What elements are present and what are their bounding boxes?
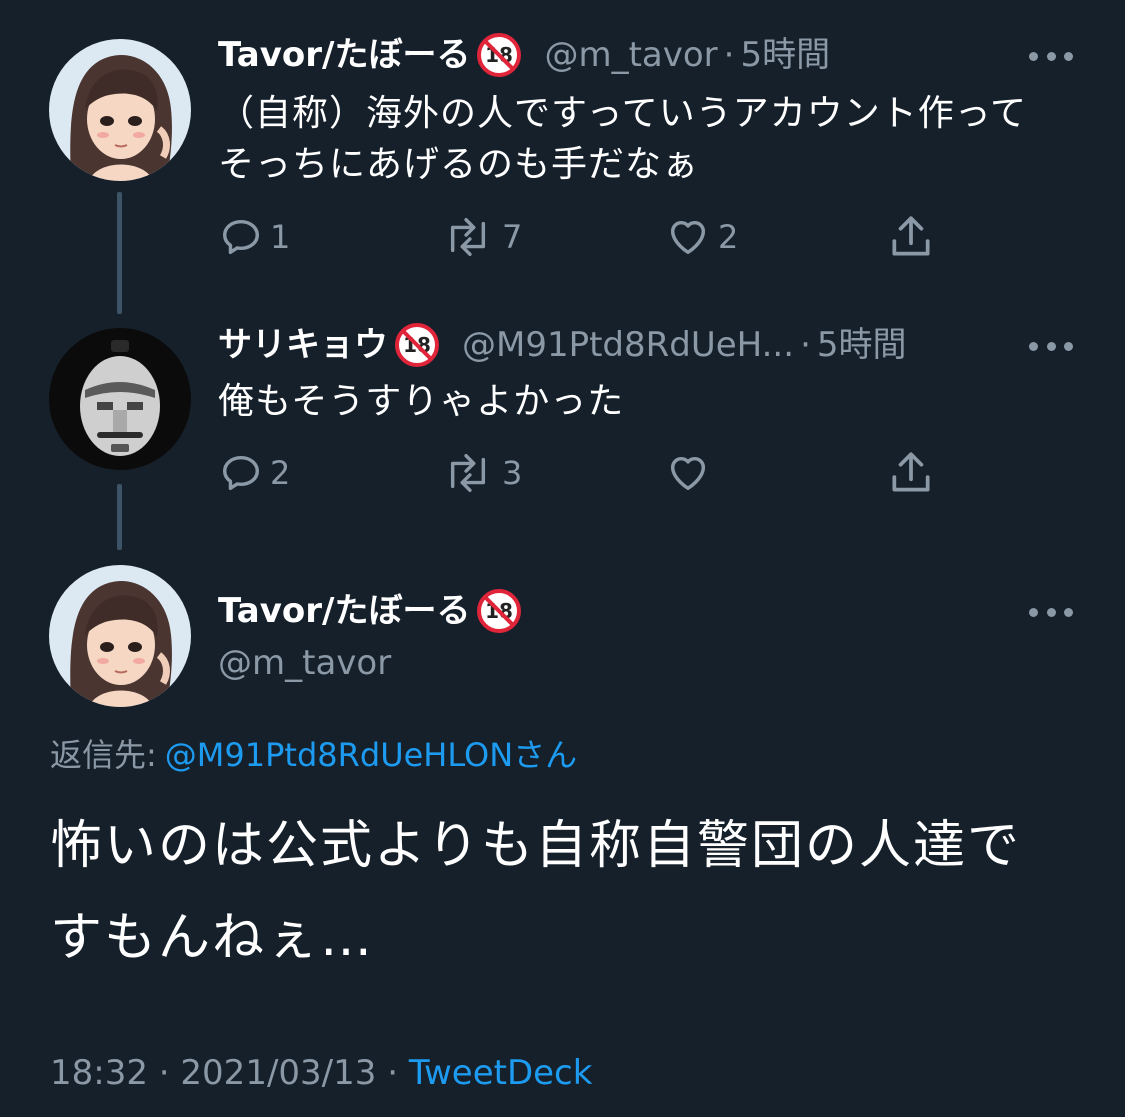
- reply-count: 2: [270, 454, 291, 492]
- handle[interactable]: @m_tavor: [544, 32, 717, 78]
- reply-label: 返信先:: [50, 736, 157, 774]
- tweet-date[interactable]: 2021/03/13: [180, 1053, 376, 1093]
- retweet-count: 7: [502, 218, 523, 256]
- separator: ·: [158, 1053, 170, 1093]
- thread-connector-line: [117, 484, 122, 550]
- tweet-text: 俺もそうすりゃよかった: [218, 381, 625, 422]
- display-name[interactable]: Tavor/たぼーる: [218, 32, 470, 78]
- tweet-text: （自称）海外の人ですっていうアカウント作ってそっちにあげるのも手だなぁ: [218, 93, 1027, 185]
- more-icon[interactable]: [1029, 46, 1073, 66]
- avatar[interactable]: [49, 39, 191, 181]
- separator: ·: [800, 325, 811, 365]
- thread-connector-line: [117, 192, 122, 314]
- retweet-icon: [450, 218, 486, 256]
- tweet-header: Tavor/たぼーる 18 @m_tavor · 5時間: [218, 32, 830, 78]
- avatar[interactable]: [49, 328, 191, 470]
- reply-count: 1: [270, 218, 291, 256]
- retweet-button[interactable]: 7: [440, 214, 522, 260]
- time-ago[interactable]: 5時間: [817, 322, 907, 368]
- tweet-source-link[interactable]: TweetDeck: [409, 1053, 593, 1093]
- reply-icon: [222, 219, 260, 255]
- tweet-header: Tavor/たぼーる 18: [218, 588, 522, 634]
- reply-mention-link[interactable]: @M91Ptd8RdUeHLONさん: [165, 736, 577, 774]
- avatar[interactable]: [49, 565, 191, 707]
- separator: ·: [723, 35, 735, 75]
- retweet-icon: [450, 454, 486, 492]
- reply-button[interactable]: 2: [218, 450, 290, 496]
- time-ago[interactable]: 5時間: [740, 32, 830, 78]
- display-name[interactable]: Tavor/たぼーる: [218, 588, 470, 634]
- tweet-timestamp: 18:32 · 2021/03/13 · TweetDeck: [50, 1050, 592, 1096]
- no-under-18-icon: 18: [477, 589, 522, 633]
- reply-button[interactable]: 1: [218, 214, 290, 260]
- share-icon: [892, 216, 930, 256]
- handle[interactable]: @m_tavor: [218, 640, 391, 686]
- more-icon[interactable]: [1029, 602, 1073, 622]
- like-button[interactable]: [664, 450, 718, 496]
- handle[interactable]: @M91Ptd8RdUeH...: [462, 322, 794, 368]
- separator: ·: [387, 1053, 399, 1093]
- main-tweet-text: 怖いのは公式よりも自称自警団の人達ですもんねぇ…: [50, 816, 1021, 968]
- like-count: 2: [718, 218, 739, 256]
- no-under-18-icon: 18: [477, 33, 522, 77]
- tweet-header: サリキョウ 18 @M91Ptd8RdUeH... · 5時間: [218, 322, 907, 368]
- more-icon[interactable]: [1029, 336, 1073, 356]
- retweet-count: 3: [502, 454, 523, 492]
- share-button[interactable]: [886, 448, 936, 498]
- like-button[interactable]: 2: [664, 214, 738, 260]
- display-name[interactable]: サリキョウ: [218, 322, 388, 368]
- tweet-time[interactable]: 18:32: [50, 1053, 148, 1093]
- replying-to: 返信先: @M91Ptd8RdUeHLONさん: [50, 732, 577, 778]
- no-under-18-icon: 18: [395, 323, 439, 367]
- like-icon: [670, 456, 706, 491]
- retweet-button[interactable]: 3: [440, 450, 522, 496]
- like-icon: [670, 220, 706, 255]
- share-button[interactable]: [886, 212, 936, 262]
- reply-icon: [222, 455, 260, 491]
- share-icon: [892, 452, 930, 492]
